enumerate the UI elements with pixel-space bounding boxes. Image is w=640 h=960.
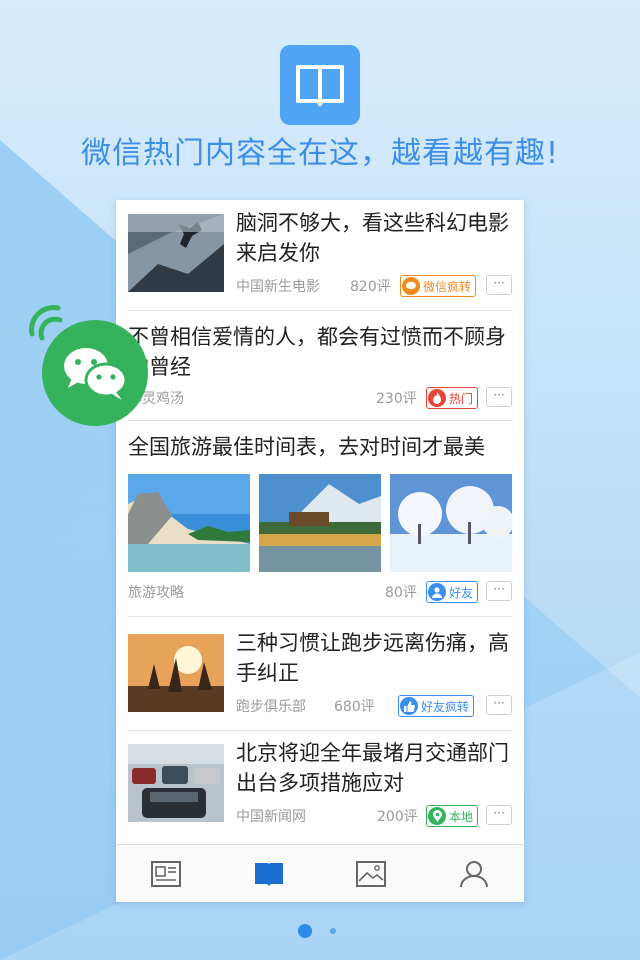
- more-button[interactable]: ···: [486, 581, 512, 601]
- article-title[interactable]: 三种习惯让跑步远离伤痛，高手纠正: [236, 628, 512, 688]
- article-thumbnail: [128, 474, 250, 572]
- feed-card: 脑洞不够大，看这些科幻电影来启发你 中国新生电影 820评 微信疯转 ··· 不…: [116, 200, 524, 902]
- badge-label: 热门: [449, 391, 474, 406]
- person-icon: [428, 583, 446, 601]
- list-item[interactable]: 全国旅游最佳时间表，去对时间才最美 旅游攻略 80评 好友 ···: [128, 420, 512, 617]
- status-badge: 好友: [426, 581, 479, 603]
- list-item[interactable]: 不曾相信爱情的人，都会有过愤而不顾身的曾经 心灵鸡汤 230评 热门 ···: [128, 310, 512, 421]
- comment-count: 230评: [376, 391, 417, 407]
- article-meta: 跑步俱乐部 680评 好友疯转 ···: [236, 695, 512, 717]
- page-indicator-active[interactable]: [298, 924, 312, 938]
- more-button[interactable]: ···: [486, 695, 512, 715]
- more-button[interactable]: ···: [486, 275, 512, 295]
- article-source: 中国新生电影: [236, 279, 320, 295]
- news-icon[interactable]: [151, 859, 181, 889]
- comment-count: 680评: [334, 699, 375, 715]
- list-item[interactable]: 脑洞不够大，看这些科幻电影来启发你 中国新生电影 820评 微信疯转 ···: [128, 200, 512, 311]
- article-thumbnail: [128, 744, 224, 822]
- article-source: 旅游攻略: [128, 585, 184, 601]
- more-button[interactable]: ···: [486, 805, 512, 825]
- article-thumbnail: [128, 214, 224, 292]
- open-book-icon: [280, 45, 360, 125]
- wechat-logo-icon: [42, 320, 148, 426]
- badge-label: 微信疯转: [423, 279, 472, 294]
- profile-icon[interactable]: [459, 859, 489, 889]
- badge-label: 好友疯转: [421, 699, 470, 714]
- comment-count: 80评: [385, 585, 417, 601]
- chat-bubble-icon: [402, 277, 420, 295]
- list-item[interactable]: 北京将迎全年最堵月交通部门出台多项措施应对 中国新闻网 200评 本地 ···: [128, 730, 512, 844]
- flame-icon: [428, 389, 446, 407]
- article-title[interactable]: 北京将迎全年最堵月交通部门出台多项措施应对: [236, 738, 512, 798]
- comment-count: 200评: [377, 809, 418, 825]
- more-button[interactable]: ···: [486, 387, 512, 407]
- article-title[interactable]: 不曾相信爱情的人，都会有过愤而不顾身的曾经: [128, 322, 512, 382]
- status-badge: 微信疯转: [400, 275, 477, 297]
- article-thumbnail: [128, 634, 224, 712]
- tab-bar: [116, 844, 524, 902]
- article-meta: 旅游攻略 80评 好友 ···: [128, 581, 512, 603]
- list-item[interactable]: 三种习惯让跑步远离伤痛，高手纠正 跑步俱乐部 680评 好友疯转 ···: [128, 616, 512, 731]
- thumbs-up-icon: [400, 697, 418, 715]
- page-indicator[interactable]: [330, 928, 336, 934]
- tagline: 微信热门内容全在这，越看越有趣!: [80, 136, 560, 171]
- article-title[interactable]: 脑洞不够大，看这些科幻电影来启发你: [236, 208, 512, 268]
- comment-count: 820评: [350, 279, 391, 295]
- status-badge: 热门: [426, 387, 479, 409]
- badge-label: 好友: [449, 585, 474, 600]
- book-icon[interactable]: [254, 859, 284, 889]
- status-badge: 好友疯转: [398, 695, 475, 717]
- article-thumbnail: [259, 474, 381, 572]
- article-meta: 中国新闻网 200评 本地 ···: [236, 805, 512, 827]
- article-source: 中国新闻网: [236, 809, 306, 825]
- badge-label: 本地: [449, 809, 474, 824]
- article-thumbnail: [390, 474, 512, 572]
- picture-icon[interactable]: [356, 859, 386, 889]
- article-title[interactable]: 全国旅游最佳时间表，去对时间才最美: [128, 432, 512, 462]
- article-meta: 心灵鸡汤 230评 热门 ···: [128, 387, 512, 409]
- article-source: 跑步俱乐部: [236, 699, 306, 715]
- status-badge: 本地: [426, 805, 479, 827]
- article-meta: 中国新生电影 820评 微信疯转 ···: [236, 275, 512, 297]
- location-pin-icon: [428, 807, 446, 825]
